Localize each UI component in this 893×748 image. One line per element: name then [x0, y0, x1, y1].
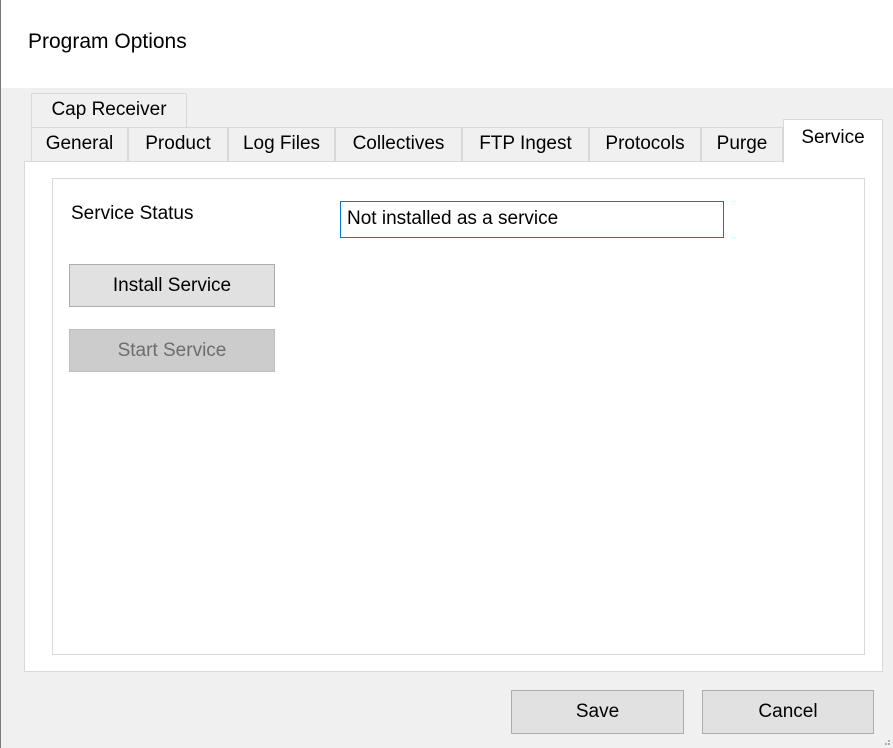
service-status-label: Service Status: [71, 203, 194, 224]
tab-general[interactable]: General: [31, 127, 128, 161]
service-panel: Service Status Not installed as a servic…: [52, 178, 865, 655]
tab-strip: Cap Receiver General Product Log Files C…: [1, 0, 893, 180]
tab-label: Cap Receiver: [51, 99, 167, 120]
service-status-field[interactable]: Not installed as a service: [340, 201, 724, 238]
tab-ftp-ingest[interactable]: FTP Ingest: [462, 127, 589, 161]
tab-label: Purge: [716, 133, 768, 154]
tab-product[interactable]: Product: [128, 127, 228, 161]
tab-label: Protocols: [605, 133, 685, 154]
tab-log-files[interactable]: Log Files: [228, 127, 335, 161]
tab-cap-receiver[interactable]: Cap Receiver: [31, 93, 187, 127]
tab-label: Collectives: [352, 133, 445, 154]
cancel-button[interactable]: Cancel: [702, 690, 874, 734]
tab-label: Log Files: [242, 133, 321, 154]
tab-label: FTP Ingest: [479, 133, 572, 154]
program-options-window: Program Options Cap Receiver General Pro…: [0, 0, 893, 748]
tab-label: General: [45, 133, 114, 154]
tab-service[interactable]: Service: [783, 119, 883, 163]
tab-collectives[interactable]: Collectives: [335, 127, 462, 161]
tab-label: Product: [145, 133, 211, 154]
tab-protocols[interactable]: Protocols: [589, 127, 701, 161]
install-service-button[interactable]: Install Service: [69, 264, 275, 307]
save-button[interactable]: Save: [511, 690, 684, 734]
start-service-button[interactable]: Start Service: [69, 329, 275, 372]
resize-grip-icon[interactable]: [881, 736, 891, 746]
tab-purge[interactable]: Purge: [701, 127, 783, 161]
tab-page: Service Status Not installed as a servic…: [24, 161, 883, 672]
tab-label: Service: [801, 127, 865, 148]
